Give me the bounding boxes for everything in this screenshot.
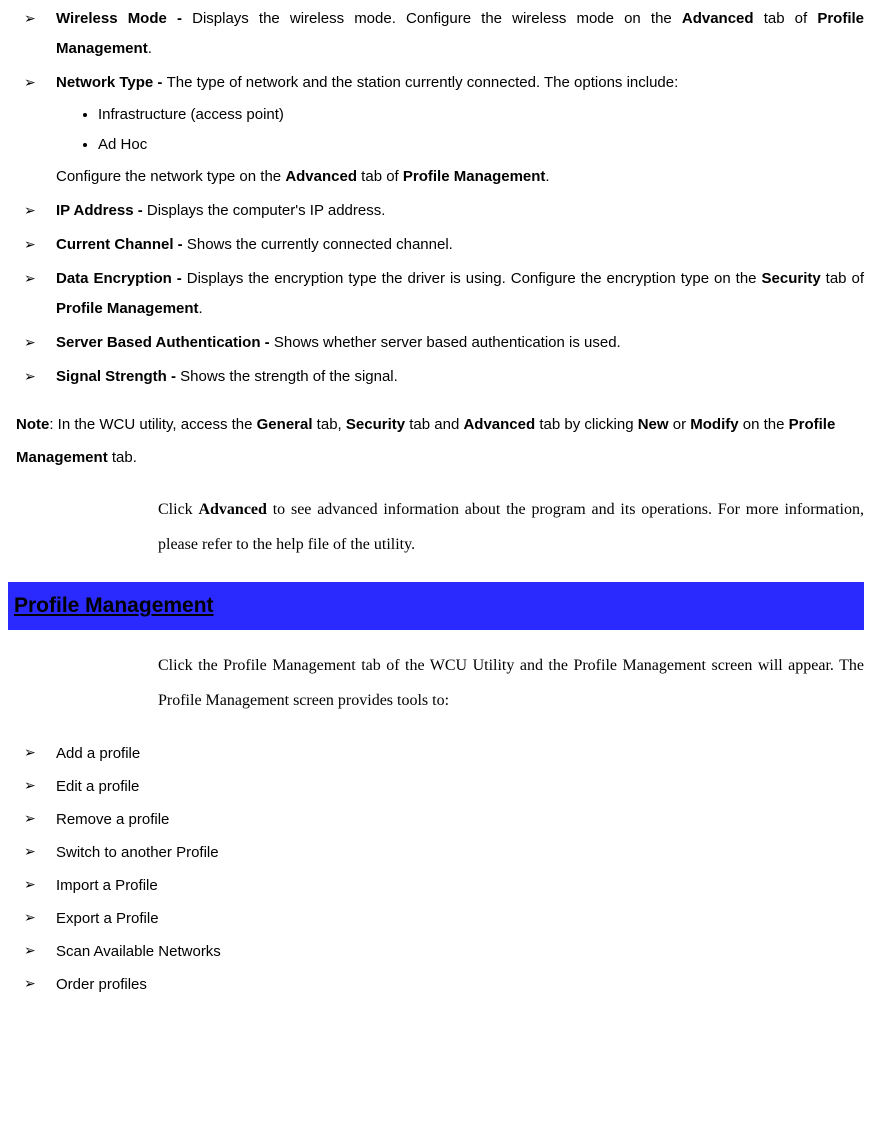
desc: Shows the strength of the signal. bbox=[180, 368, 398, 385]
tail: . bbox=[148, 40, 152, 57]
note-mid1: tab, bbox=[313, 416, 346, 433]
profile-management-tools-list: Add a profile Edit a profile Remove a pr… bbox=[8, 737, 864, 1001]
term: Current Channel - bbox=[56, 236, 187, 253]
definition-list: Wireless Mode - Displays the wireless mo… bbox=[8, 4, 864, 392]
advanced-paragraph: Click Advanced to see advanced informati… bbox=[158, 492, 864, 562]
term: Network Type - bbox=[56, 74, 167, 91]
desc: Shows the currently connected channel. bbox=[187, 236, 453, 253]
tool-switch: Switch to another Profile bbox=[34, 836, 864, 869]
desc: Shows whether server based authenticatio… bbox=[274, 334, 621, 351]
item-signal-strength: Signal Strength - Shows the strength of … bbox=[34, 362, 864, 392]
b1: Advanced bbox=[682, 10, 754, 27]
note-mid2: tab and bbox=[405, 416, 463, 433]
item-wireless-mode: Wireless Mode - Displays the wireless mo… bbox=[34, 4, 864, 64]
note-mid3: tab by clicking bbox=[535, 416, 638, 433]
desc: The type of network and the station curr… bbox=[167, 74, 679, 91]
note-label: Note bbox=[16, 416, 49, 433]
term: Signal Strength - bbox=[56, 368, 180, 385]
note-pre: Configure the network type on the bbox=[56, 168, 285, 185]
term: Server Based Authentication - bbox=[56, 334, 274, 351]
serif1-b1: Advanced bbox=[198, 501, 266, 518]
item-network-type: Network Type - The type of network and t… bbox=[34, 68, 864, 192]
desc: Displays the encryption type the driver … bbox=[187, 270, 762, 287]
section-heading-profile-management: Profile Management bbox=[8, 582, 864, 630]
b1: Security bbox=[762, 270, 821, 287]
desc: Displays the computer's IP address. bbox=[147, 202, 386, 219]
network-type-options: Infrastructure (access point) Ad Hoc bbox=[56, 100, 864, 160]
profile-management-paragraph: Click the Profile Management tab of the … bbox=[158, 648, 864, 718]
note-b1: Advanced bbox=[285, 168, 357, 185]
desc: Displays the wireless mode. Configure th… bbox=[192, 10, 682, 27]
note-tail: . bbox=[545, 168, 549, 185]
mid: tab of bbox=[754, 10, 818, 27]
term: Data Encryption - bbox=[56, 270, 187, 287]
tool-add: Add a profile bbox=[34, 737, 864, 770]
note-tail: tab. bbox=[108, 449, 137, 466]
note-mid4: or bbox=[669, 416, 691, 433]
note-mid5: on the bbox=[739, 416, 789, 433]
note-b5: Modify bbox=[690, 416, 738, 433]
item-data-encryption: Data Encryption - Displays the encryptio… bbox=[34, 264, 864, 324]
mid: tab of bbox=[821, 270, 864, 287]
note-b2: Security bbox=[346, 416, 405, 433]
item-current-channel: Current Channel - Shows the currently co… bbox=[34, 230, 864, 260]
note-block: Note: In the WCU utility, access the Gen… bbox=[16, 408, 856, 474]
tool-import: Import a Profile bbox=[34, 869, 864, 902]
tool-order: Order profiles bbox=[34, 968, 864, 1001]
note-b1: General bbox=[257, 416, 313, 433]
item-server-auth: Server Based Authentication - Shows whet… bbox=[34, 328, 864, 358]
serif1-pre: Click bbox=[158, 501, 198, 518]
tool-edit: Edit a profile bbox=[34, 770, 864, 803]
tool-remove: Remove a profile bbox=[34, 803, 864, 836]
tail: . bbox=[199, 300, 203, 317]
network-type-note: Configure the network type on the Advanc… bbox=[56, 162, 864, 192]
note-b3: Advanced bbox=[463, 416, 535, 433]
option-infrastructure: Infrastructure (access point) bbox=[98, 100, 864, 130]
tool-scan: Scan Available Networks bbox=[34, 935, 864, 968]
term: IP Address - bbox=[56, 202, 147, 219]
note-b4: New bbox=[638, 416, 669, 433]
note-pre: : In the WCU utility, access the bbox=[49, 416, 256, 433]
note-b2: Profile Management bbox=[403, 168, 546, 185]
tool-export: Export a Profile bbox=[34, 902, 864, 935]
item-ip-address: IP Address - Displays the computer's IP … bbox=[34, 196, 864, 226]
note-mid: tab of bbox=[357, 168, 403, 185]
term: Wireless Mode - bbox=[56, 10, 192, 27]
option-adhoc: Ad Hoc bbox=[98, 130, 864, 160]
b2: Profile Management bbox=[56, 300, 199, 317]
